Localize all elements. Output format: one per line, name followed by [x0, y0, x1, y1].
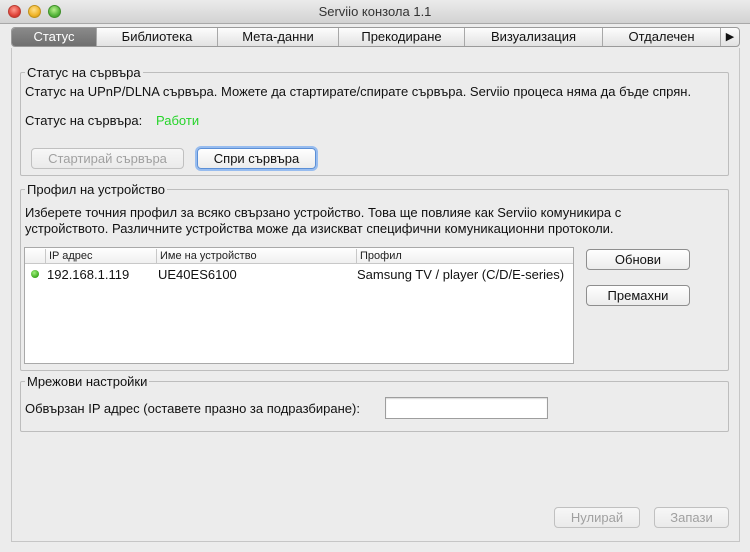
tab-library[interactable]: Библиотека [97, 28, 218, 46]
remove-button[interactable]: Премахни [586, 285, 690, 306]
column-header-profile[interactable]: Профил [356, 249, 573, 263]
bound-ip-label: Обвързан IP адрес (оставете празно за по… [25, 401, 360, 416]
device-profile-description-line2: устройството. Различните устройства може… [25, 221, 614, 236]
device-profile-cell[interactable]: Samsung TV / player (C/D/E-series) [357, 267, 564, 282]
devices-table[interactable]: IP адрес Име на устройство Профил 192.16… [24, 247, 574, 364]
tab-bar: Статус Библиотека Мета-данни Прекодиране… [11, 27, 740, 47]
server-status-legend: Статус на сървъра [27, 65, 141, 80]
server-status-label: Статус на сървъра: [25, 113, 143, 128]
online-status-icon [31, 270, 39, 278]
serviio-console-window: Serviio конзола 1.1 Статус Библиотека Ме… [0, 0, 750, 552]
table-row[interactable]: 192.168.1.119 UE40ES6100 Samsung TV / pl… [25, 265, 573, 283]
device-profile-legend: Профил на устройство [27, 182, 165, 197]
start-server-button[interactable]: Стартирай сървъра [31, 148, 184, 169]
device-name-cell: UE40ES6100 [158, 267, 237, 282]
server-status-value: Работи [156, 113, 200, 128]
device-ip-cell: 192.168.1.119 [47, 267, 130, 282]
column-header-device-name[interactable]: Име на устройство [156, 249, 356, 263]
title-bar: Serviio конзола 1.1 [0, 0, 750, 24]
stop-server-button[interactable]: Спри сървъра [197, 148, 316, 169]
bound-ip-input[interactable] [385, 397, 548, 419]
tab-transcoding[interactable]: Прекодиране [339, 28, 465, 46]
tab-presentation[interactable]: Визуализация [465, 28, 603, 46]
refresh-button[interactable]: Обнови [586, 249, 690, 270]
tab-remote[interactable]: Отдалечен [603, 28, 721, 46]
devices-table-header: IP адрес Име на устройство Профил [25, 248, 573, 264]
tab-metadata[interactable]: Мета-данни [218, 28, 339, 46]
window-title: Serviio конзола 1.1 [318, 4, 432, 19]
save-button[interactable]: Запази [654, 507, 729, 528]
tab-status[interactable]: Статус [12, 28, 97, 46]
tab-scroll-right-icon[interactable]: ▶ [721, 28, 739, 46]
server-status-description: Статус на UPnP/DLNA сървъра. Можете да с… [25, 84, 692, 99]
device-profile-description-line1: Изберете точния профил за всяко свързано… [25, 205, 622, 220]
reset-button[interactable]: Нулирай [554, 507, 640, 528]
network-settings-legend: Мрежови настройки [27, 374, 148, 389]
column-header-ip[interactable]: IP адрес [45, 249, 156, 263]
